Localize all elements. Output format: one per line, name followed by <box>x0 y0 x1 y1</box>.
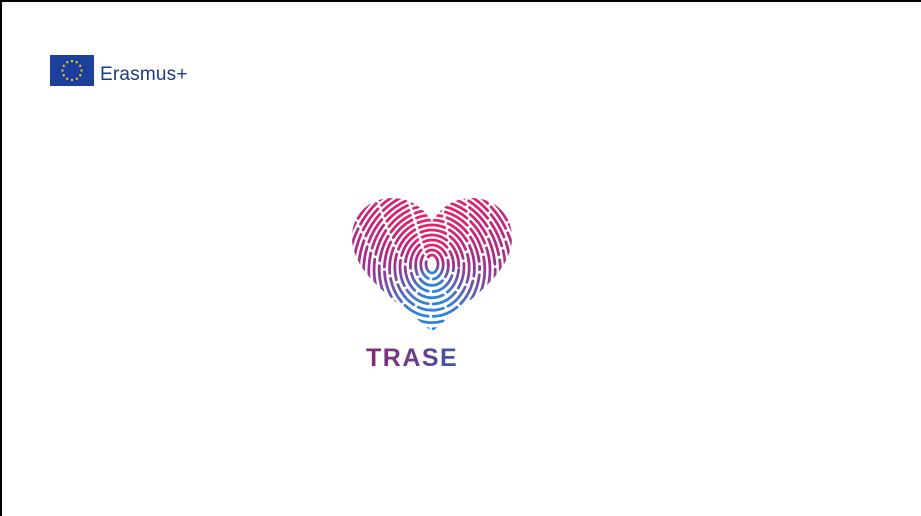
slide-canvas: Erasmus+ TRASE <box>0 0 921 516</box>
fingerprint-ridge <box>424 253 440 275</box>
flag-star <box>61 69 64 72</box>
flag-star <box>70 59 74 63</box>
flag-star <box>80 69 83 72</box>
fingerprint-heart-icon <box>352 198 512 332</box>
fingerprint-ridge <box>367 198 497 332</box>
fingerprint-ridge <box>352 198 512 332</box>
erasmus-plus-label: Erasmus+ <box>100 63 188 85</box>
erasmus-logo: Erasmus+ <box>50 55 188 86</box>
flag-star <box>62 74 65 77</box>
trase-logo: TRASE <box>340 190 540 390</box>
eu-flag-icon <box>50 55 94 86</box>
flag-star <box>66 77 69 80</box>
flag-star <box>79 74 82 77</box>
trase-title: TRASE <box>366 344 459 372</box>
flag-star <box>75 61 78 64</box>
flag-star <box>66 61 69 64</box>
flag-star <box>79 64 82 67</box>
flag-star <box>62 64 65 67</box>
flag-star <box>70 78 74 82</box>
flag-star <box>75 77 78 80</box>
